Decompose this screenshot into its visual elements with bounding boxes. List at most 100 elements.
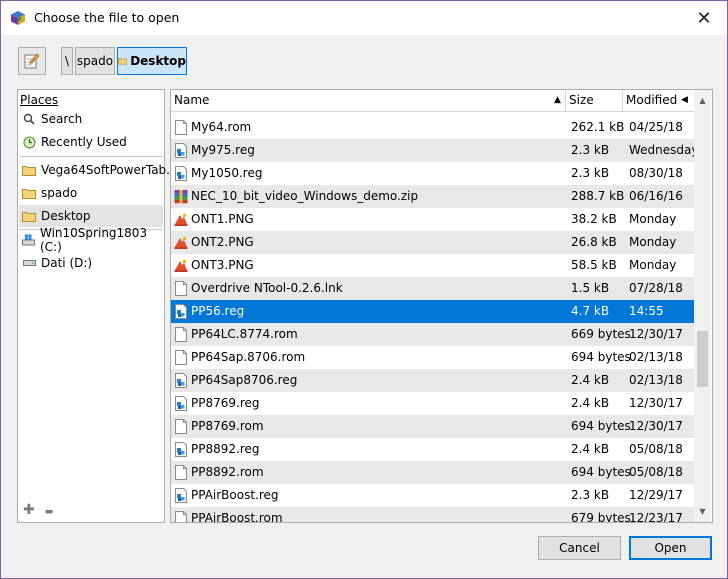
close-button[interactable]: ✕ — [681, 1, 727, 35]
places-item-label: Dati (D:) — [41, 256, 93, 270]
file-row[interactable]: ONT2.PNG 26.8 kB Monday — [171, 231, 694, 254]
file-row[interactable]: PP64Sap8706.reg 2.4 kB 02/13/18 — [171, 369, 694, 392]
column-header-size[interactable]: Size — [569, 93, 594, 107]
file-row[interactable]: PP8892.reg 2.4 kB 05/08/18 — [171, 438, 694, 461]
file-name: My975.reg — [191, 143, 255, 157]
file-name: PP64Sap.8706.rom — [191, 350, 306, 364]
places-item-c-drive[interactable]: Win10Spring1803 (C:) — [19, 226, 163, 254]
places-item-label: Win10Spring1803 (C:) — [40, 226, 148, 254]
places-item-label: Vega64SoftPowerTab... — [41, 163, 178, 177]
file-modified: 12/30/17 — [629, 396, 683, 410]
places-item-spado[interactable]: spado — [19, 182, 163, 204]
file-row[interactable]: ONT3.PNG 58.5 kB Monday — [171, 254, 694, 277]
places-item-d-drive[interactable]: Dati (D:) — [19, 252, 163, 274]
column-separator — [622, 90, 623, 111]
file-name: ONT1.PNG — [191, 212, 254, 226]
file-size: 4.7 kB — [571, 304, 610, 318]
file-modified: 05/08/18 — [629, 442, 683, 456]
breadcrumb-desktop[interactable]: Desktop — [117, 47, 187, 75]
file-size: 669 bytes — [571, 327, 631, 341]
places-item-vega64[interactable]: Vega64SoftPowerTab... — [19, 159, 178, 181]
file-name: ONT2.PNG — [191, 235, 254, 249]
file-icon — [174, 511, 188, 522]
places-item-label: spado — [41, 186, 78, 200]
file-size: 694 bytes — [571, 350, 631, 364]
file-size: 58.5 kB — [571, 258, 617, 272]
file-modified: 05/08/18 — [629, 465, 683, 479]
file-row[interactable]: PP64LC.8774.rom 669 bytes 12/30/17 — [171, 323, 694, 346]
scroll-down-icon[interactable]: ▼ — [694, 503, 711, 520]
file-modified: 02/13/18 — [629, 373, 683, 387]
file-row[interactable]: PP64Sap.8706.rom 694 bytes 02/13/18 — [171, 346, 694, 369]
file-modified: 14:55 — [629, 304, 664, 318]
file-name: My64.rom — [191, 120, 252, 134]
windows-drive-icon — [22, 233, 35, 247]
file-name: PP8892.reg — [191, 442, 260, 456]
app-icon — [11, 11, 25, 25]
places-item-label: Search — [41, 112, 83, 126]
column-separator — [565, 90, 566, 111]
registry-file-icon — [174, 396, 188, 411]
file-row-selected[interactable]: PP56.reg 4.7 kB 14:55 — [171, 300, 694, 323]
registry-file-icon — [174, 304, 188, 319]
recent-icon — [22, 135, 36, 149]
file-icon — [174, 281, 188, 296]
remove-place-icon[interactable]: ▬ — [45, 502, 54, 522]
file-row[interactable]: PPAirBoost.rom 679 bytes 12/23/17 — [171, 507, 694, 523]
places-item-desktop[interactable]: Desktop — [19, 205, 163, 227]
registry-file-icon — [174, 143, 188, 158]
file-icon — [174, 419, 188, 434]
file-icon — [174, 120, 188, 135]
file-modified: Monday — [629, 258, 677, 272]
places-tools: ✚ ▬ — [23, 502, 53, 522]
scroll-up-icon[interactable]: ▲ — [694, 92, 711, 109]
file-row[interactable]: PP8892.rom 694 bytes 05/08/18 — [171, 461, 694, 484]
file-row[interactable]: My64.rom 262.1 kB 04/25/18 — [171, 116, 694, 139]
file-modified: 07/28/18 — [629, 281, 683, 295]
vertical-scrollbar[interactable]: ▲ ▼ — [694, 90, 711, 522]
file-row[interactable]: PPAirBoost.reg 2.3 kB 12/29/17 — [171, 484, 694, 507]
file-name: PP64Sap8706.reg — [191, 373, 298, 387]
open-button[interactable]: Open — [629, 536, 712, 560]
file-modified: Monday — [629, 212, 677, 226]
file-icon — [174, 350, 188, 365]
file-row[interactable]: PP8769.rom 694 bytes 12/30/17 — [171, 415, 694, 438]
registry-file-icon — [174, 442, 188, 457]
add-place-icon[interactable]: ✚ — [23, 502, 35, 522]
edit-location-button[interactable] — [18, 47, 46, 75]
places-item-search[interactable]: Search — [19, 108, 163, 130]
pencil-icon — [24, 53, 40, 69]
file-modified: Monday — [629, 235, 677, 249]
file-modified: 12/30/17 — [629, 327, 683, 341]
places-item-label: Desktop — [41, 209, 91, 223]
file-row[interactable]: My975.reg 2.3 kB Wednesday — [171, 139, 698, 162]
breadcrumb-spado[interactable]: spado — [75, 47, 115, 75]
file-modified: 08/30/18 — [629, 166, 683, 180]
file-row[interactable]: PP8769.reg 2.4 kB 12/30/17 — [171, 392, 694, 415]
scrollbar-thumb[interactable] — [697, 331, 708, 387]
file-size: 262.1 kB — [571, 120, 625, 134]
breadcrumb-root[interactable]: \ — [61, 47, 73, 75]
places-header: Places — [20, 93, 59, 107]
file-row[interactable]: My1050.reg 2.3 kB 08/30/18 — [171, 162, 694, 185]
places-item-recently-used[interactable]: Recently Used — [19, 131, 163, 153]
file-row[interactable]: NEC_10_bit_video_Windows_demo.zip 288.7 k… — [171, 185, 694, 208]
file-name: PP8769.reg — [191, 396, 260, 410]
file-row[interactable]: ONT1.PNG 38.2 kB Monday — [171, 208, 694, 231]
cancel-button[interactable]: Cancel — [538, 536, 621, 560]
file-modified: 12/29/17 — [629, 488, 683, 502]
file-row[interactable]: Overdrive NTool-0.2.6.lnk 1.5 kB 07/28/18 — [171, 277, 694, 300]
file-size: 1.5 kB — [571, 281, 610, 295]
file-modified: 04/25/18 — [629, 120, 683, 134]
column-header-name[interactable]: Name — [174, 93, 209, 107]
file-size: 679 bytes — [571, 511, 631, 523]
file-name: PP56.reg — [191, 304, 245, 318]
file-icon — [174, 465, 188, 480]
scroll-left-icon[interactable]: ◀ — [681, 95, 688, 105]
folder-icon — [118, 58, 128, 65]
file-chooser-dialog: Choose the file to open ✕ \ spado Deskto… — [0, 0, 728, 579]
file-size: 694 bytes — [571, 465, 631, 479]
column-header-modified[interactable]: Modified — [626, 93, 677, 107]
file-name: PPAirBoost.reg — [191, 488, 279, 502]
folder-icon — [22, 209, 36, 223]
